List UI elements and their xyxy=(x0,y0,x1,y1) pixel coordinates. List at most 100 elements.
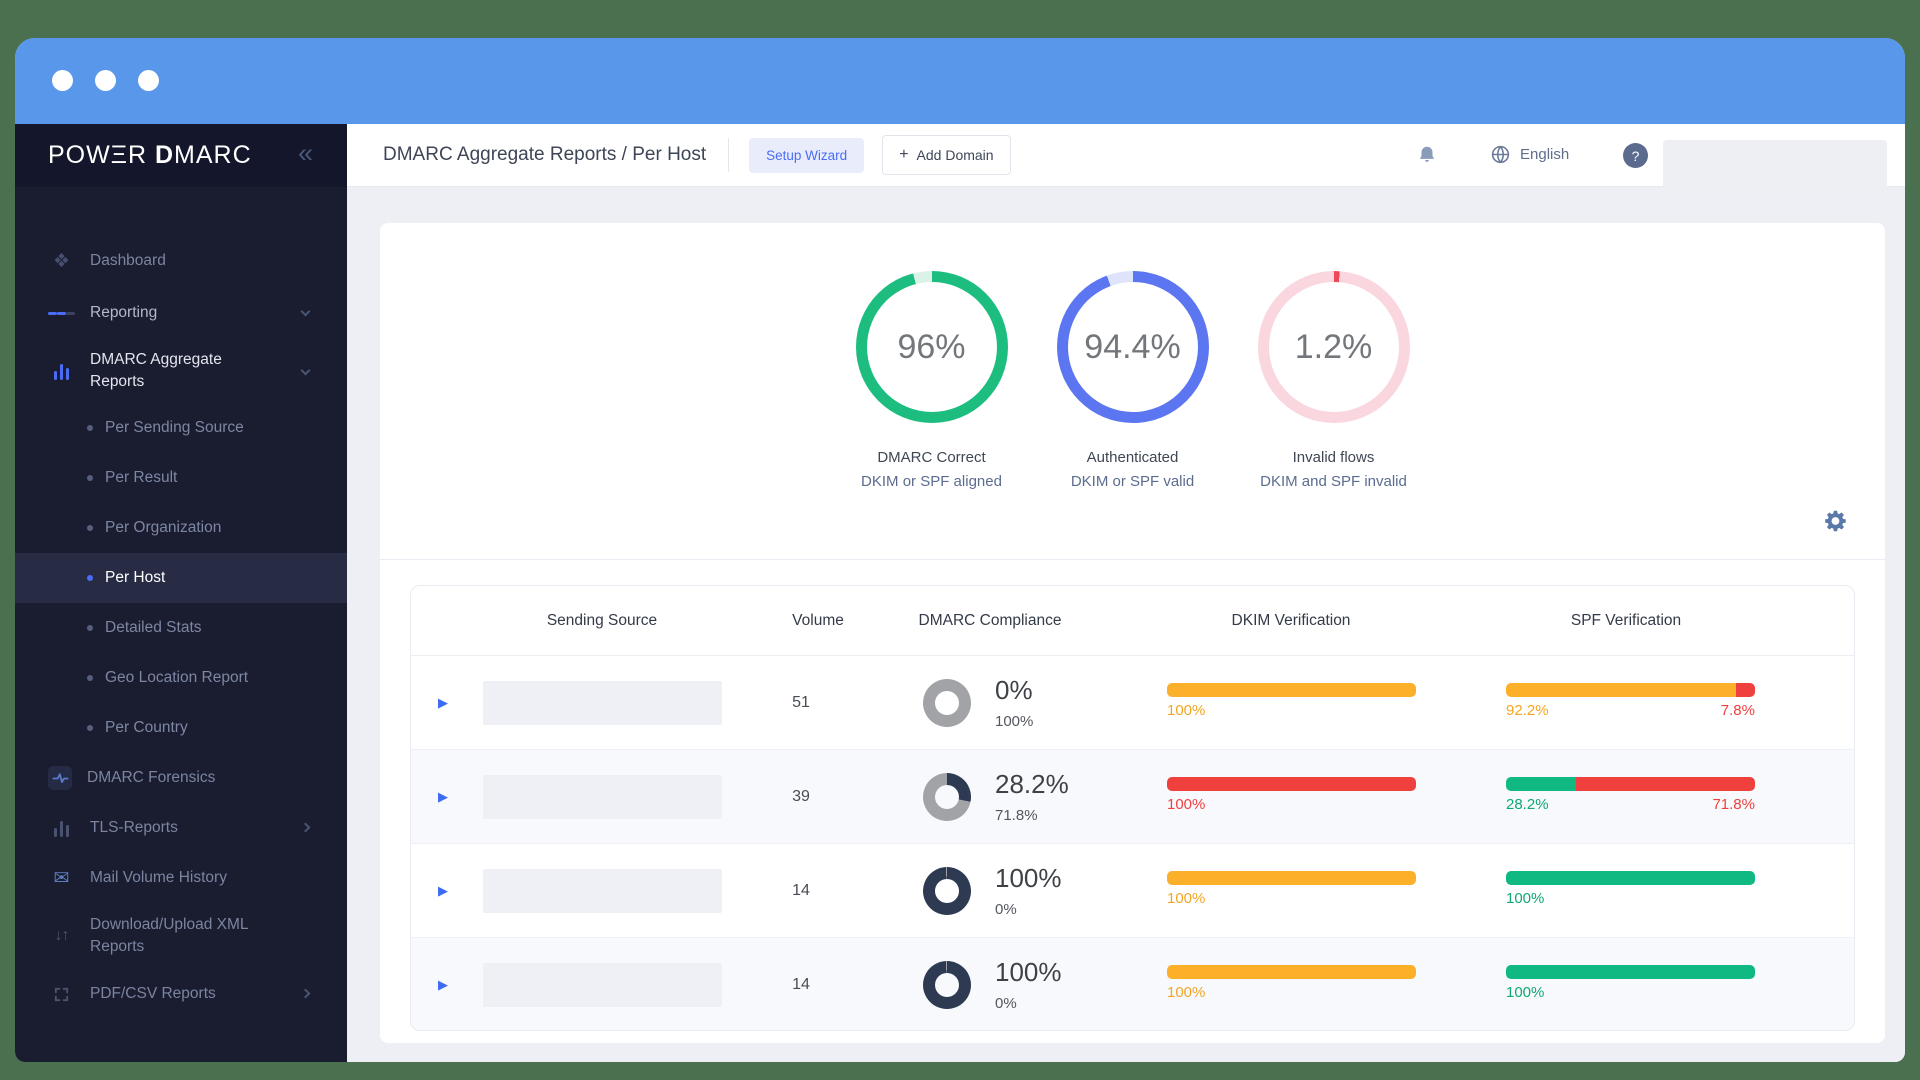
help-icon[interactable]: ? xyxy=(1623,143,1648,168)
sidebar-item-label: Mail Volume History xyxy=(90,869,227,887)
plus-icon: + xyxy=(899,146,909,163)
volume-value: 14 xyxy=(792,976,810,993)
compliance-sub: 0% xyxy=(995,995,1017,1012)
gear-icon[interactable] xyxy=(1823,508,1849,539)
table-header: Sending Source Volume DMARC Compliance D… xyxy=(411,586,1854,656)
spf-bar-labels: 100% xyxy=(1506,890,1545,907)
sidebar-item-tls-reports[interactable]: TLS-Reports xyxy=(15,803,347,853)
sidebar-item-dmarc-forensics[interactable]: DMARC Forensics xyxy=(15,753,347,803)
sidebar-collapse-icon[interactable]: « xyxy=(298,138,313,169)
bullet-icon xyxy=(87,675,93,681)
sidebar-item-per-result[interactable]: Per Result xyxy=(15,453,347,503)
donut-ring: 1.2% xyxy=(1257,271,1410,423)
sidebar-item-dashboard[interactable]: ❖ Dashboard xyxy=(15,235,347,287)
window-dot[interactable] xyxy=(52,70,73,91)
sidebar-item-label: DMARC Aggregate Reports xyxy=(90,351,222,390)
donut-dmarc-correct: 96% DMARC Correct DKIM or SPF aligned xyxy=(843,271,1021,490)
sidebar-item-per-organization[interactable]: Per Organization xyxy=(15,503,347,553)
report-table: Sending Source Volume DMARC Compliance D… xyxy=(410,585,1855,1031)
column-dkim-verification: DKIM Verification xyxy=(1231,611,1351,629)
spf-bar-labels: 100% xyxy=(1506,984,1545,1001)
sidebar-item-pdf-csv-reports[interactable]: PDF/CSV Reports xyxy=(15,969,347,1019)
volume-value: 39 xyxy=(792,787,810,805)
sidebar-item-download-upload-xml-reports[interactable]: ↓↑ Download/Upload XML Reports xyxy=(15,903,347,969)
column-spf-verification: SPF Verification xyxy=(1570,611,1682,629)
donut-ring: 94.4% xyxy=(1056,271,1209,423)
compliance-sub: 100% xyxy=(995,713,1034,730)
page-title: DMARC Aggregate Reports / Per Host xyxy=(383,144,707,165)
column-volume: Volume xyxy=(792,611,844,629)
window-dot[interactable] xyxy=(138,70,159,91)
pulse-icon xyxy=(48,766,72,790)
compliance-donut xyxy=(923,773,971,821)
sidebar-item-label: Per Country xyxy=(105,719,188,736)
table-row[interactable]: ▶ 14 100% 0% 100% 100% xyxy=(411,938,1854,1030)
donut-sublabel: DKIM or SPF aligned xyxy=(861,473,1002,490)
expand-row-icon[interactable]: ▶ xyxy=(438,977,448,993)
sidebar-item-geo-location-report[interactable]: Geo Location Report xyxy=(15,653,347,703)
sidebar-item-per-country[interactable]: Per Country xyxy=(15,703,347,753)
add-domain-button[interactable]: + Add Domain xyxy=(882,135,1011,175)
sidebar-item-label: DMARC Forensics xyxy=(87,769,216,787)
dkim-bar xyxy=(1167,871,1416,885)
overview-section: 96% DMARC Correct DKIM or SPF aligned 94… xyxy=(380,223,1885,560)
notifications-bell-icon[interactable] xyxy=(1416,144,1438,171)
table-row[interactable]: ▶ 39 28.2% 71.8% 100% 28.2% 71.8% xyxy=(411,750,1854,844)
table-row[interactable]: ▶ 14 100% 0% 100% 100% xyxy=(411,844,1854,938)
setup-wizard-button[interactable]: Setup Wizard xyxy=(749,137,865,173)
spf-bar xyxy=(1506,777,1755,791)
chevron-down-icon xyxy=(300,365,311,376)
chevron-right-icon xyxy=(300,822,311,833)
table-row[interactable]: ▶ 51 0% 100% 100% 92.2% 7.8% xyxy=(411,656,1854,750)
dkim-bar-labels: 100% xyxy=(1167,702,1206,719)
bullet-icon xyxy=(87,525,93,531)
donut-sublabel: DKIM or SPF valid xyxy=(1070,473,1195,490)
spf-bar xyxy=(1506,965,1755,979)
sidebar-item-mail-volume-history[interactable]: ✉ Mail Volume History xyxy=(15,853,347,903)
donut-ring: 96% xyxy=(855,271,1008,423)
spf-bar-labels: 92.2% 7.8% xyxy=(1506,702,1755,719)
volume-value: 14 xyxy=(792,881,810,899)
app-window: POWΞR DMARC « ❖ Dashboard Reporting DMAR… xyxy=(15,38,1905,1062)
sidebar-item-label: Download/Upload XML Reports xyxy=(90,916,248,955)
donut-sublabel: DKIM and SPF invalid xyxy=(1260,473,1407,490)
language-selector[interactable]: English xyxy=(1490,144,1569,165)
add-domain-label: Add Domain xyxy=(916,147,994,163)
donut-authenticated: 94.4% Authenticated DKIM or SPF valid xyxy=(1044,271,1222,490)
bullet-icon xyxy=(87,425,93,431)
bullet-icon xyxy=(87,575,93,581)
page-body: 96% DMARC Correct DKIM or SPF aligned 94… xyxy=(347,187,1905,1062)
sidebar-item-label: TLS-Reports xyxy=(90,819,178,837)
download-upload-icon: ↓↑ xyxy=(54,927,70,944)
expand-row-icon[interactable]: ▶ xyxy=(438,695,448,711)
sidebar-item-reporting[interactable]: Reporting xyxy=(15,287,347,339)
globe-icon xyxy=(1491,145,1510,164)
sidebar-item-label: Per Organization xyxy=(105,519,222,536)
sidebar-item-dmarc-aggregate-reports[interactable]: DMARC Aggregate Reports xyxy=(15,339,347,403)
top-header: DMARC Aggregate Reports / Per Host Setup… xyxy=(347,124,1905,187)
window-dot[interactable] xyxy=(95,70,116,91)
column-dmarc-compliance: DMARC Compliance xyxy=(918,611,1062,629)
menu-icon xyxy=(48,309,75,317)
sidebar-item-label: Reporting xyxy=(90,304,158,322)
sending-source-redacted xyxy=(483,681,722,725)
volume-value: 51 xyxy=(792,693,810,711)
sidebar-item-detailed-stats[interactable]: Detailed Stats xyxy=(15,603,347,653)
compliance-main: 0% xyxy=(995,675,1033,705)
sidebar-item-per-sending-source[interactable]: Per Sending Source xyxy=(15,403,347,453)
compliance-donut xyxy=(923,679,971,727)
bullet-icon xyxy=(87,625,93,631)
spf-bar xyxy=(1506,871,1755,885)
sidebar-item-label: PDF/CSV Reports xyxy=(90,985,216,1003)
spf-bar xyxy=(1506,683,1755,697)
compliance-donut xyxy=(923,961,971,1009)
expand-row-icon[interactable]: ▶ xyxy=(438,883,448,899)
sidebar-item-per-host[interactable]: Per Host xyxy=(15,553,347,603)
sidebar-item-label: Per Sending Source xyxy=(105,419,244,436)
donut-invalid-flows: 1.2% Invalid flows DKIM and SPF invalid xyxy=(1245,271,1423,490)
sidebar-item-label: Geo Location Report xyxy=(105,669,249,686)
expand-row-icon[interactable]: ▶ xyxy=(438,789,448,805)
sending-source-redacted xyxy=(483,869,722,913)
user-profile-area[interactable] xyxy=(1663,140,1887,187)
sidebar-menu: ❖ Dashboard Reporting DMARC Aggregate Re… xyxy=(15,235,347,1019)
